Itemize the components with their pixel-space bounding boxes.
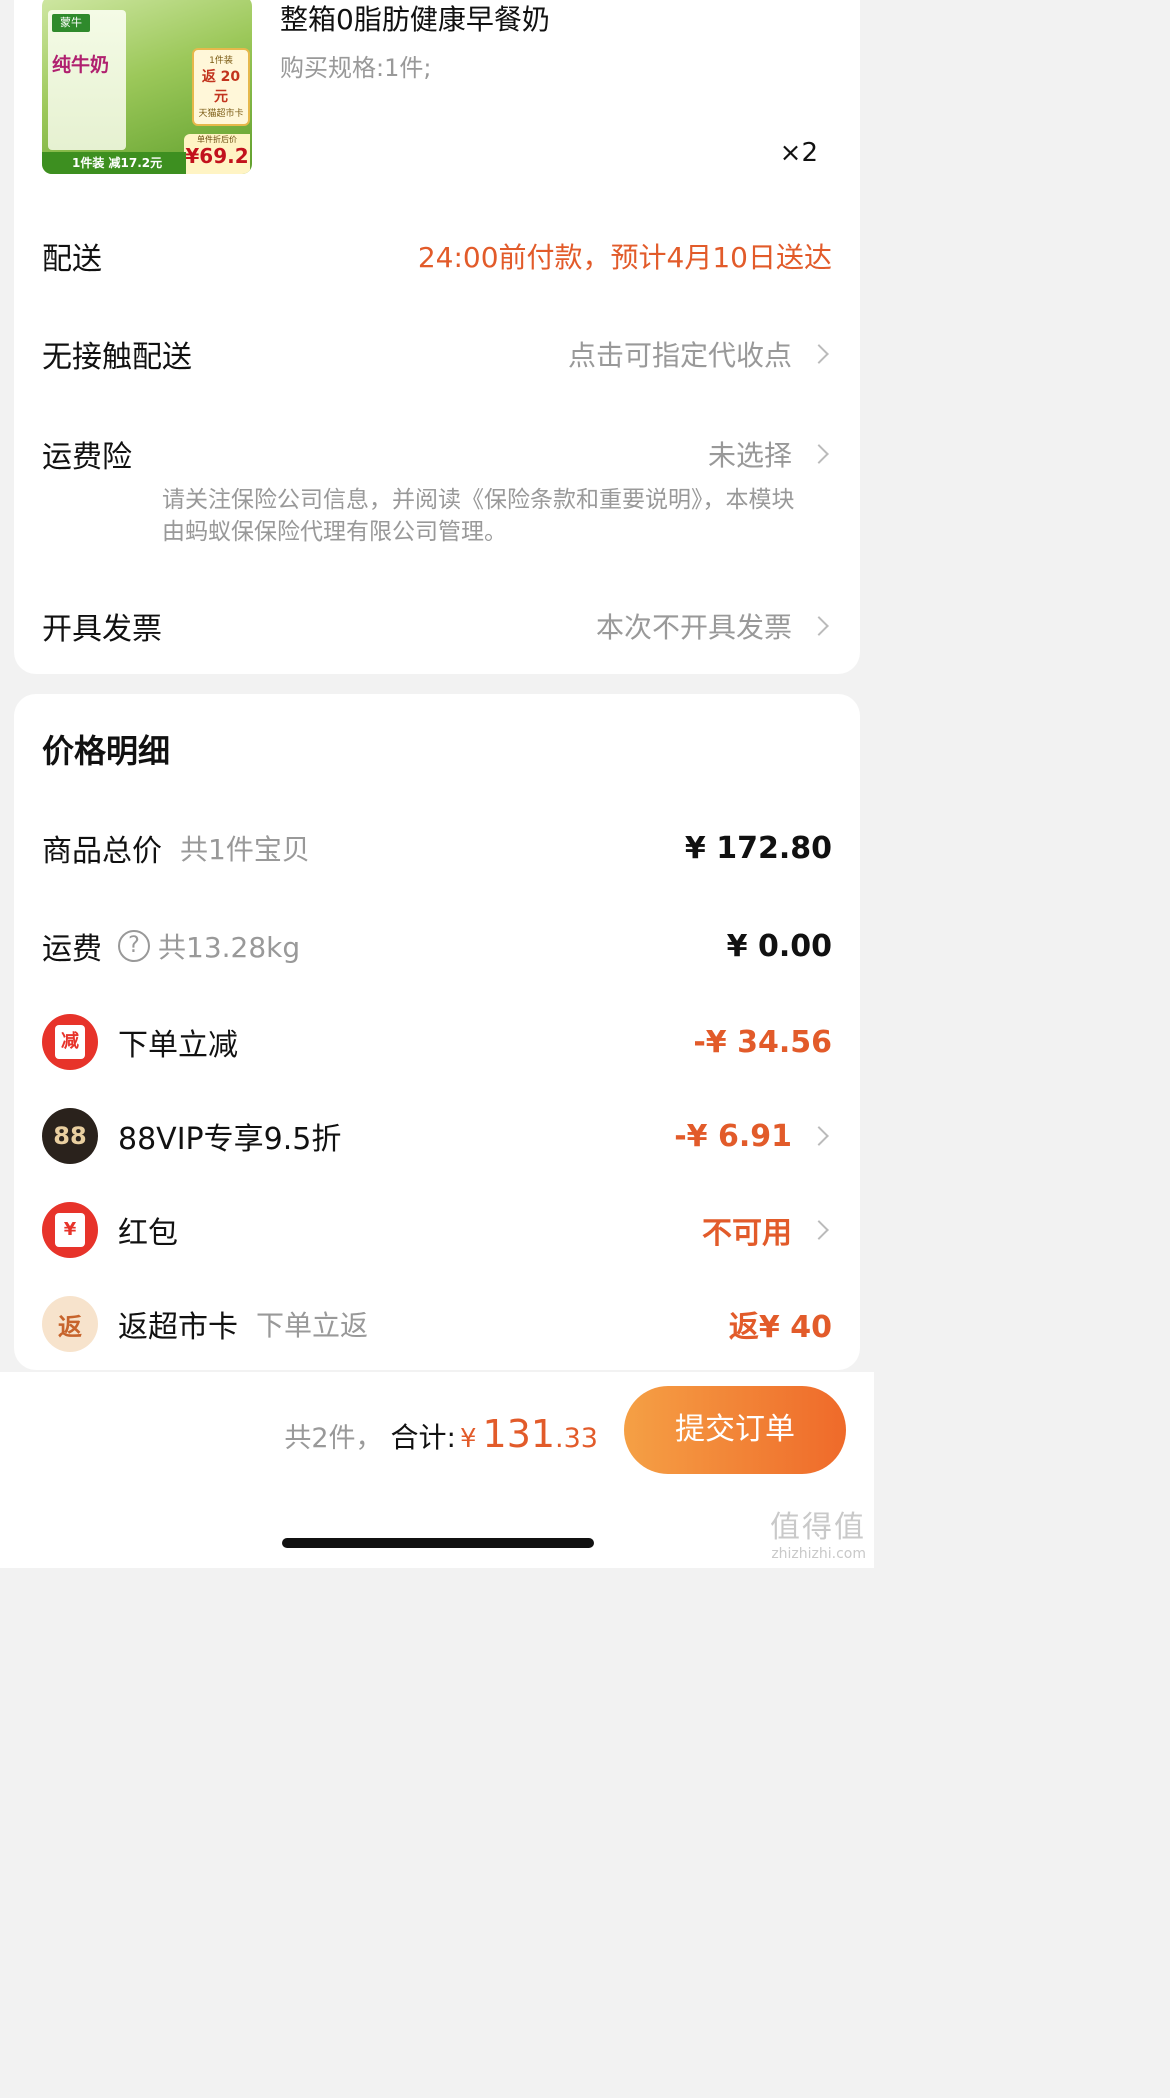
instant-discount-row: 减 下单立减 -¥ 34.56 bbox=[42, 1012, 832, 1072]
vip88-icon: 88 bbox=[42, 1108, 98, 1164]
shipping-weight: 共13.28kg bbox=[158, 931, 301, 964]
shipping-insurance-value: 未选择 bbox=[707, 439, 792, 472]
price-detail-card: 价格明细 商品总价 共1件宝贝 ¥ 172.80 运费 ? 共13.28kg ¥… bbox=[14, 694, 860, 1370]
chevron-right-icon bbox=[809, 444, 829, 464]
product-spec: 购买规格:1件; bbox=[280, 54, 432, 82]
watermark-url: zhizhizhi.com bbox=[771, 1546, 866, 1562]
shipping-fee-label: 运费 bbox=[42, 932, 102, 967]
invoice-row[interactable]: 开具发票 本次不开具发票 bbox=[42, 596, 832, 656]
chevron-right-icon bbox=[809, 344, 829, 364]
discount-price-tag: 单件折后价 ¥69.2 bbox=[184, 134, 250, 174]
subtotal-label: 商品总价 bbox=[42, 834, 162, 869]
instant-discount-label: 下单立减 bbox=[118, 1028, 238, 1063]
chevron-right-icon bbox=[809, 616, 829, 636]
promo-badge-top: 1件装 bbox=[209, 56, 233, 66]
shipping-fee-row: 运费 ? 共13.28kg ¥ 0.00 bbox=[42, 916, 832, 976]
supermarket-card-row: 返 返超市卡 下单立返 返¥ 40 bbox=[42, 1294, 832, 1354]
product-title[interactable]: 整箱0脂肪健康早餐奶 bbox=[280, 0, 550, 38]
product-thumbnail[interactable]: 蒙牛 纯牛奶 1件装 返 20 元 天猫超市卡 单件折后价 ¥69.2 1件装 … bbox=[42, 0, 252, 174]
vip-discount-label: 88VIP专享9.5折 bbox=[118, 1122, 342, 1157]
red-packet-icon: ¥ bbox=[42, 1202, 98, 1258]
subtotal-amount: ¥ 172.80 bbox=[684, 830, 832, 866]
discount-icon: 减 bbox=[42, 1014, 98, 1070]
contactless-delivery-label: 无接触配送 bbox=[42, 340, 192, 375]
brand-logo: 蒙牛 bbox=[52, 14, 90, 32]
red-packet-icon-glyph: ¥ bbox=[55, 1213, 85, 1247]
invoice-value: 本次不开具发票 bbox=[595, 611, 792, 644]
subtotal-items: 共1件宝贝 bbox=[180, 833, 310, 866]
delivery-label: 配送 bbox=[42, 242, 102, 277]
vip-discount-amount: -¥ 6.91 bbox=[674, 1118, 792, 1154]
product-quantity: ×2 bbox=[779, 138, 818, 168]
home-indicator[interactable] bbox=[282, 1538, 594, 1548]
invoice-label: 开具发票 bbox=[42, 612, 162, 647]
total-decimal: .33 bbox=[555, 1423, 598, 1454]
chevron-right-icon bbox=[809, 1126, 829, 1146]
red-packet-status: 不可用 bbox=[702, 1216, 792, 1251]
help-icon[interactable]: ? bbox=[118, 930, 150, 962]
instant-discount-amount: -¥ 34.56 bbox=[693, 1024, 832, 1060]
red-packet-row[interactable]: ¥ 红包 不可用 bbox=[42, 1200, 832, 1260]
shipping-fee-amount: ¥ 0.00 bbox=[726, 928, 832, 964]
discount-price-value: ¥69.2 bbox=[185, 144, 249, 168]
checkout-bar: 共2件， 合计: ¥ 131 .33 提交订单 值得值 zhizhizhi.co… bbox=[0, 1372, 874, 1568]
discount-icon-glyph: 减 bbox=[55, 1025, 85, 1059]
contactless-delivery-value: 点击可指定代收点 bbox=[567, 339, 792, 372]
promo-badge-bottom: 天猫超市卡 bbox=[198, 109, 244, 119]
insurance-notice[interactable]: 请关注保险公司信息，并阅读《保险条款和重要说明》，本模块由蚂蚁保保险代理有限公司… bbox=[162, 484, 802, 548]
cashback-icon: 返 bbox=[42, 1296, 98, 1352]
subtotal-row: 商品总价 共1件宝贝 ¥ 172.80 bbox=[42, 818, 832, 878]
promo-badge-main: 返 20 元 bbox=[201, 69, 241, 105]
watermark: 值得值 zhizhizhi.com bbox=[770, 1502, 866, 1562]
currency-symbol: ¥ bbox=[459, 1424, 477, 1454]
shipping-insurance-label: 运费险 bbox=[42, 440, 132, 475]
submit-order-button[interactable]: 提交订单 bbox=[624, 1386, 846, 1474]
product-name-art: 纯牛奶 bbox=[52, 54, 110, 76]
total-integer: 131 bbox=[482, 1412, 556, 1456]
supermarket-card-sub: 下单立返 bbox=[256, 1309, 369, 1342]
chevron-right-icon bbox=[809, 1220, 829, 1240]
delivery-row: 配送 24:00前付款，预计4月10日送达 bbox=[42, 226, 832, 286]
order-options-card: 蒙牛 纯牛奶 1件装 返 20 元 天猫超市卡 单件折后价 ¥69.2 1件装 … bbox=[14, 0, 860, 674]
item-count: 共2件， bbox=[284, 1423, 383, 1454]
total-label: 合计: bbox=[390, 1421, 456, 1454]
promo-strip: 1件装 减17.2元 bbox=[42, 152, 186, 174]
watermark-logo: 值得值 bbox=[770, 1510, 866, 1545]
promo-badge: 1件装 返 20 元 天猫超市卡 bbox=[192, 48, 250, 126]
supermarket-card-label: 返超市卡 bbox=[118, 1310, 238, 1345]
supermarket-card-amount: 返¥ 40 bbox=[728, 1310, 832, 1345]
contactless-delivery-row[interactable]: 无接触配送 点击可指定代收点 bbox=[42, 324, 832, 384]
red-packet-label: 红包 bbox=[118, 1216, 178, 1251]
order-total: 共2件， 合计: ¥ 131 .33 bbox=[284, 1412, 598, 1456]
shipping-insurance-row[interactable]: 运费险 未选择 bbox=[42, 424, 832, 484]
delivery-value: 24:00前付款，预计4月10日送达 bbox=[417, 241, 832, 274]
price-detail-title: 价格明细 bbox=[42, 732, 171, 770]
vip-discount-row[interactable]: 88 88VIP专享9.5折 -¥ 6.91 bbox=[42, 1106, 832, 1166]
